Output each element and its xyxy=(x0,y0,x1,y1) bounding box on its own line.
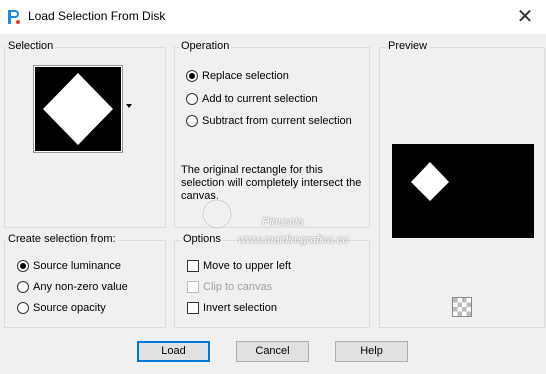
window-title: Load Selection From Disk xyxy=(28,9,166,23)
diamond-shape xyxy=(43,73,113,145)
radio-label: Replace selection xyxy=(202,70,289,82)
checkbox-label: Clip to canvas xyxy=(203,281,273,293)
radio-indicator[interactable] xyxy=(186,70,198,82)
preview-canvas xyxy=(392,144,534,238)
radio-label: Add to current selection xyxy=(202,93,318,105)
app-logo-icon xyxy=(8,10,20,24)
radio-replace-selection[interactable]: Replace selection xyxy=(186,70,289,82)
radio-indicator[interactable] xyxy=(17,260,29,272)
checkbox-clip-to-canvas: Clip to canvas xyxy=(187,281,272,293)
watermark-line-1: Pinuccia xyxy=(262,216,304,228)
radio-label: Subtract from current selection xyxy=(202,115,352,127)
radio-any-nonzero[interactable]: Any non-zero value xyxy=(17,281,128,293)
radio-indicator[interactable] xyxy=(186,93,198,105)
radio-label: Source luminance xyxy=(33,260,122,272)
checkbox-indicator xyxy=(187,281,199,293)
radio-indicator[interactable] xyxy=(186,115,198,127)
selection-group-label: Selection xyxy=(6,40,56,52)
title-bar: Load Selection From Disk ✕ xyxy=(0,0,546,34)
checkerboard-icon[interactable] xyxy=(452,297,472,317)
watermark-line-2: www.maidiregrafica.eu xyxy=(238,234,349,246)
close-icon[interactable]: ✕ xyxy=(505,2,545,32)
radio-add-selection[interactable]: Add to current selection xyxy=(186,93,318,105)
checkbox-indicator[interactable] xyxy=(187,302,199,314)
load-button[interactable]: Load xyxy=(137,341,210,362)
help-button[interactable]: Help xyxy=(335,341,408,362)
preview-diamond xyxy=(411,162,449,201)
checkbox-move-upper-left[interactable]: Move to upper left xyxy=(187,260,291,272)
preview-group-label: Preview xyxy=(386,40,430,52)
checkbox-invert-selection[interactable]: Invert selection xyxy=(187,302,277,314)
radio-source-luminance[interactable]: Source luminance xyxy=(17,260,121,272)
radio-label: Any non-zero value xyxy=(33,281,128,293)
radio-indicator[interactable] xyxy=(17,281,29,293)
checkbox-indicator[interactable] xyxy=(187,260,199,272)
checkbox-label: Move to upper left xyxy=(203,260,292,272)
radio-source-opacity[interactable]: Source opacity xyxy=(17,302,106,314)
radio-indicator[interactable] xyxy=(17,302,29,314)
create-from-group-label: Create selection from: xyxy=(6,233,118,245)
selection-thumbnail[interactable] xyxy=(33,65,123,153)
cancel-button[interactable]: Cancel xyxy=(236,341,309,362)
chevron-down-icon[interactable] xyxy=(126,104,132,108)
radio-subtract-selection[interactable]: Subtract from current selection xyxy=(186,115,352,127)
radio-label: Source opacity xyxy=(33,302,106,314)
checkbox-label: Invert selection xyxy=(203,302,277,314)
operation-group-label: Operation xyxy=(179,40,232,52)
